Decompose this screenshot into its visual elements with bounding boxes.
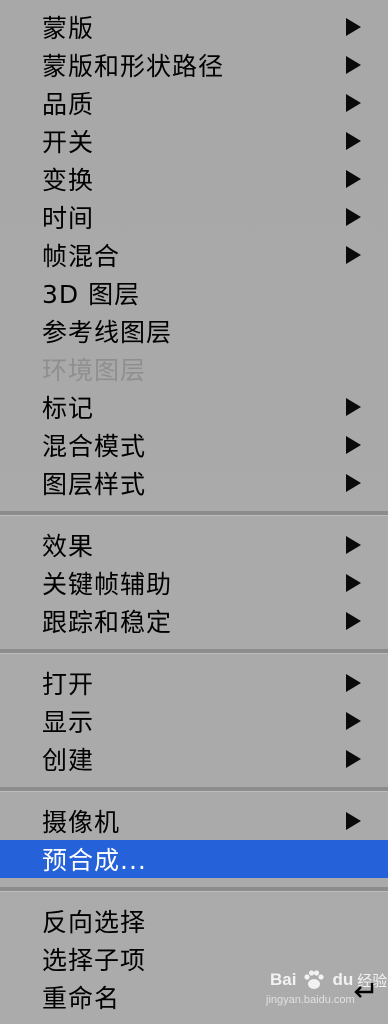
menu-item[interactable]: 变换 <box>0 160 388 198</box>
submenu-arrow-icon <box>346 612 361 630</box>
submenu-arrow-icon <box>346 56 361 74</box>
menu-item-label: 混合模式 <box>42 432 147 461</box>
submenu-arrow-icon <box>346 536 361 554</box>
menu-item[interactable]: 品质 <box>0 84 388 122</box>
context-menu: 蒙版蒙版和形状路径 品质开关变换时间帧混合 3D 图层参考线图层环境图层标记混合模式… <box>0 0 388 1024</box>
menu-separator <box>0 887 388 892</box>
menu-item[interactable]: 蒙版 <box>0 8 388 46</box>
menu-item-label: 3D 图层 <box>42 280 141 309</box>
menu-item-label: 标记 <box>42 394 95 423</box>
menu-item[interactable]: 打开 <box>0 664 388 702</box>
submenu-arrow-icon <box>346 674 361 692</box>
menu-item-label: 创建 <box>42 746 95 775</box>
submenu-arrow-icon <box>346 574 361 592</box>
submenu-arrow-icon <box>346 132 361 150</box>
menu-item[interactable]: 图层样式 <box>0 464 388 502</box>
watermark-logo-text: Bai <box>270 970 297 989</box>
submenu-arrow-icon <box>346 208 361 226</box>
menu-item[interactable]: 帧混合 <box>0 236 388 274</box>
submenu-arrow-icon <box>346 436 361 454</box>
submenu-arrow-icon <box>346 94 361 112</box>
menu-item[interactable]: 效果 <box>0 526 388 564</box>
menu-item[interactable]: 标记 <box>0 388 388 426</box>
menu-item[interactable]: 摄像机 <box>0 802 388 840</box>
menu-item-label: 参考线图层 <box>42 318 173 347</box>
submenu-arrow-icon <box>346 712 361 730</box>
menu-item-label: 开关 <box>42 128 95 157</box>
menu-item[interactable]: 预合成... <box>0 840 388 878</box>
menu-item[interactable]: 3D 图层 <box>0 274 388 312</box>
menu-item-label: 反向选择 <box>42 908 147 937</box>
menu-item[interactable]: 反向选择 <box>0 902 388 940</box>
menu-item-label: 预合成... <box>42 846 147 875</box>
menu-separator <box>0 649 388 654</box>
menu-separator <box>0 787 388 792</box>
menu-item-label: 重命名 <box>42 984 121 1013</box>
menu-item-label: 图层样式 <box>42 470 147 499</box>
menu-item-label: 摄像机 <box>42 808 121 837</box>
baidu-paw-icon <box>304 970 325 989</box>
menu-item[interactable]: 跟踪和稳定 <box>0 602 388 640</box>
menu-item[interactable]: 时间 <box>0 198 388 236</box>
menu-item-label: 时间 <box>42 204 95 233</box>
menu-item-label: 跟踪和稳定 <box>42 608 173 637</box>
menu-item-label: 关键帧辅助 <box>42 570 173 599</box>
submenu-arrow-icon <box>346 170 361 188</box>
menu-item[interactable]: 蒙版和形状路径 <box>0 46 388 84</box>
menu-item[interactable]: 参考线图层 <box>0 312 388 350</box>
menu-item-label: 蒙版 <box>42 14 95 43</box>
menu-item[interactable]: 关键帧辅助 <box>0 564 388 602</box>
submenu-arrow-icon <box>346 812 361 830</box>
return-key-icon <box>354 983 374 998</box>
menu-item-label: 环境图层 <box>42 356 147 385</box>
menu-item-label: 蒙版和形状路径 <box>42 52 225 81</box>
menu-item: 环境图层 <box>0 350 388 388</box>
menu-item-label: 品质 <box>42 90 95 119</box>
menu-item-label: 效果 <box>42 532 95 561</box>
menu-item-label: 变换 <box>42 166 95 195</box>
submenu-arrow-icon <box>346 474 361 492</box>
menu-item-label: 选择子项 <box>42 946 147 975</box>
menu-item[interactable]: 开关 <box>0 122 388 160</box>
menu-item[interactable]: 混合模式 <box>0 426 388 464</box>
submenu-arrow-icon <box>346 750 361 768</box>
submenu-arrow-icon <box>346 398 361 416</box>
menu-item-label: 显示 <box>42 708 95 737</box>
submenu-arrow-icon <box>346 246 361 264</box>
menu-item-label: 帧混合 <box>42 242 121 271</box>
submenu-arrow-icon <box>346 18 361 36</box>
watermark-url: jingyan.baidu.com <box>266 994 355 1006</box>
watermark-logo-text-2: du <box>332 970 354 989</box>
menu-separator <box>0 511 388 516</box>
menu-item[interactable]: 显示 <box>0 702 388 740</box>
menu-item[interactable]: 创建 <box>0 740 388 778</box>
menu-item-label: 打开 <box>42 670 95 699</box>
